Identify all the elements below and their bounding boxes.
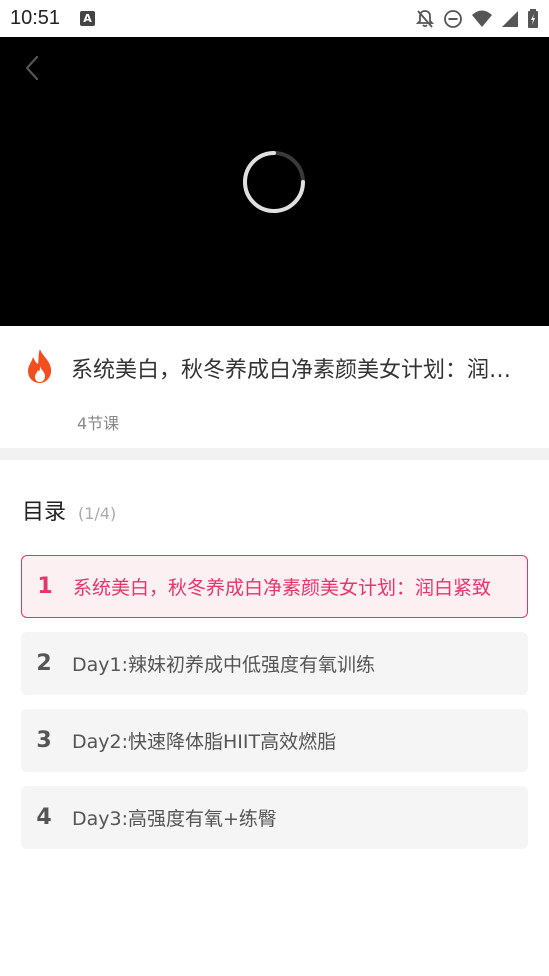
cell-signal-icon [502, 10, 518, 27]
lesson-label: Day2:快速降体脂HIIT高效燃脂 [72, 731, 337, 753]
catalog-title: 目录 [22, 500, 67, 525]
wifi-icon [472, 10, 492, 27]
lesson-number: 1 [37, 574, 53, 599]
lesson-number: 4 [36, 805, 52, 830]
section-divider [0, 448, 549, 460]
video-player[interactable] [0, 37, 549, 326]
catalog-section: 目录 (1/4) 1 系统美白，秋冬养成白净素颜美女计划：润白紧致 2 Day1… [0, 460, 549, 976]
lesson-item-2[interactable]: 2 Day1:辣妹初养成中低强度有氧训练 [21, 632, 528, 695]
notification-app-icon: A [80, 11, 96, 26]
status-time: 10:51 [10, 7, 61, 29]
back-arrow-icon[interactable] [18, 53, 48, 83]
lesson-label: 系统美白，秋冬养成白净素颜美女计划：润白紧致 [73, 577, 492, 599]
catalog-progress: (1/4) [78, 504, 117, 523]
lesson-item-3[interactable]: 3 Day2:快速降体脂HIIT高效燃脂 [21, 709, 528, 772]
status-icons [415, 8, 539, 29]
lesson-item-1[interactable]: 1 系统美白，秋冬养成白净素颜美女计划：润白紧致 [21, 555, 528, 618]
catalog-header: 目录 (1/4) [22, 494, 116, 526]
lesson-number: 2 [36, 651, 52, 676]
battery-icon [528, 8, 538, 28]
loading-spinner-icon [243, 151, 305, 213]
status-bar: 10:51 A [0, 0, 549, 37]
lesson-label: Day3:高强度有氧+练臀 [72, 808, 277, 830]
course-title: 系统美白，秋冬养成白净素颜美女计划：润白紧致 [71, 358, 531, 383]
notifications-off-icon [415, 9, 435, 28]
lesson-label: Day1:辣妹初养成中低强度有氧训练 [72, 654, 376, 676]
lesson-number: 3 [36, 728, 52, 753]
lesson-count: 4节课 [77, 414, 120, 433]
course-info: 系统美白，秋冬养成白净素颜美女计划：润白紧致 4节课 [0, 326, 549, 448]
fire-icon [28, 349, 52, 383]
lesson-item-4[interactable]: 4 Day3:高强度有氧+练臀 [21, 786, 528, 849]
do-not-disturb-icon [444, 9, 462, 28]
